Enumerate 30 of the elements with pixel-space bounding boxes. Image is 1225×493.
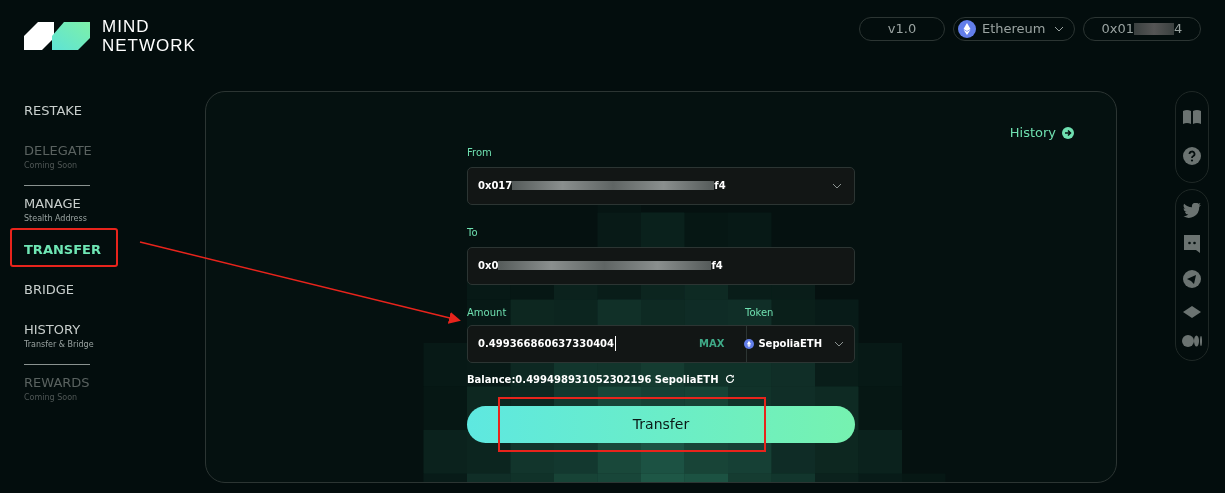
field-label: To xyxy=(467,225,479,240)
arrow-right-icon xyxy=(1062,126,1074,139)
field-label: Amount xyxy=(467,305,508,320)
field-label: From xyxy=(467,145,493,160)
logo-icon xyxy=(24,22,90,50)
sidebar-item[interactable]: RESTAKE xyxy=(24,103,205,143)
ethereum-icon xyxy=(958,20,976,38)
sidebar-item[interactable]: HISTORY Transfer & Bridge xyxy=(24,322,205,358)
history-link[interactable]: History xyxy=(1009,123,1074,143)
balance-text: Balance:0.499498931052302196 SepoliaETH xyxy=(467,372,719,387)
book-icon[interactable] xyxy=(1182,109,1202,125)
help-icon[interactable] xyxy=(1183,147,1201,165)
logo-text: NETWORK xyxy=(102,36,196,55)
field-label: Token xyxy=(745,305,774,320)
medium-icon[interactable] xyxy=(1182,335,1202,348)
address-field[interactable]: 0x0 f4 xyxy=(467,246,855,285)
caret-icon xyxy=(1054,26,1064,32)
paper-plane-icon[interactable] xyxy=(1183,270,1201,289)
bird-icon[interactable] xyxy=(1183,202,1201,218)
logo-text: MIND xyxy=(102,17,151,36)
redaction-blur xyxy=(1134,23,1175,35)
refresh-icon[interactable] xyxy=(724,374,735,384)
book-stack-icon[interactable] xyxy=(1183,305,1201,318)
sidebar-item[interactable]: BRIDGE xyxy=(24,282,205,322)
caret-icon xyxy=(832,182,842,189)
sidebar-item[interactable]: MANAGE Stealth Address xyxy=(24,196,205,232)
sidebar-item[interactable]: TRANSFER xyxy=(24,242,205,282)
transfer-button[interactable]: Transfer xyxy=(467,405,855,443)
address-selector[interactable]: 0x017 f4 xyxy=(467,166,855,205)
chat-icon[interactable] xyxy=(1184,235,1200,254)
